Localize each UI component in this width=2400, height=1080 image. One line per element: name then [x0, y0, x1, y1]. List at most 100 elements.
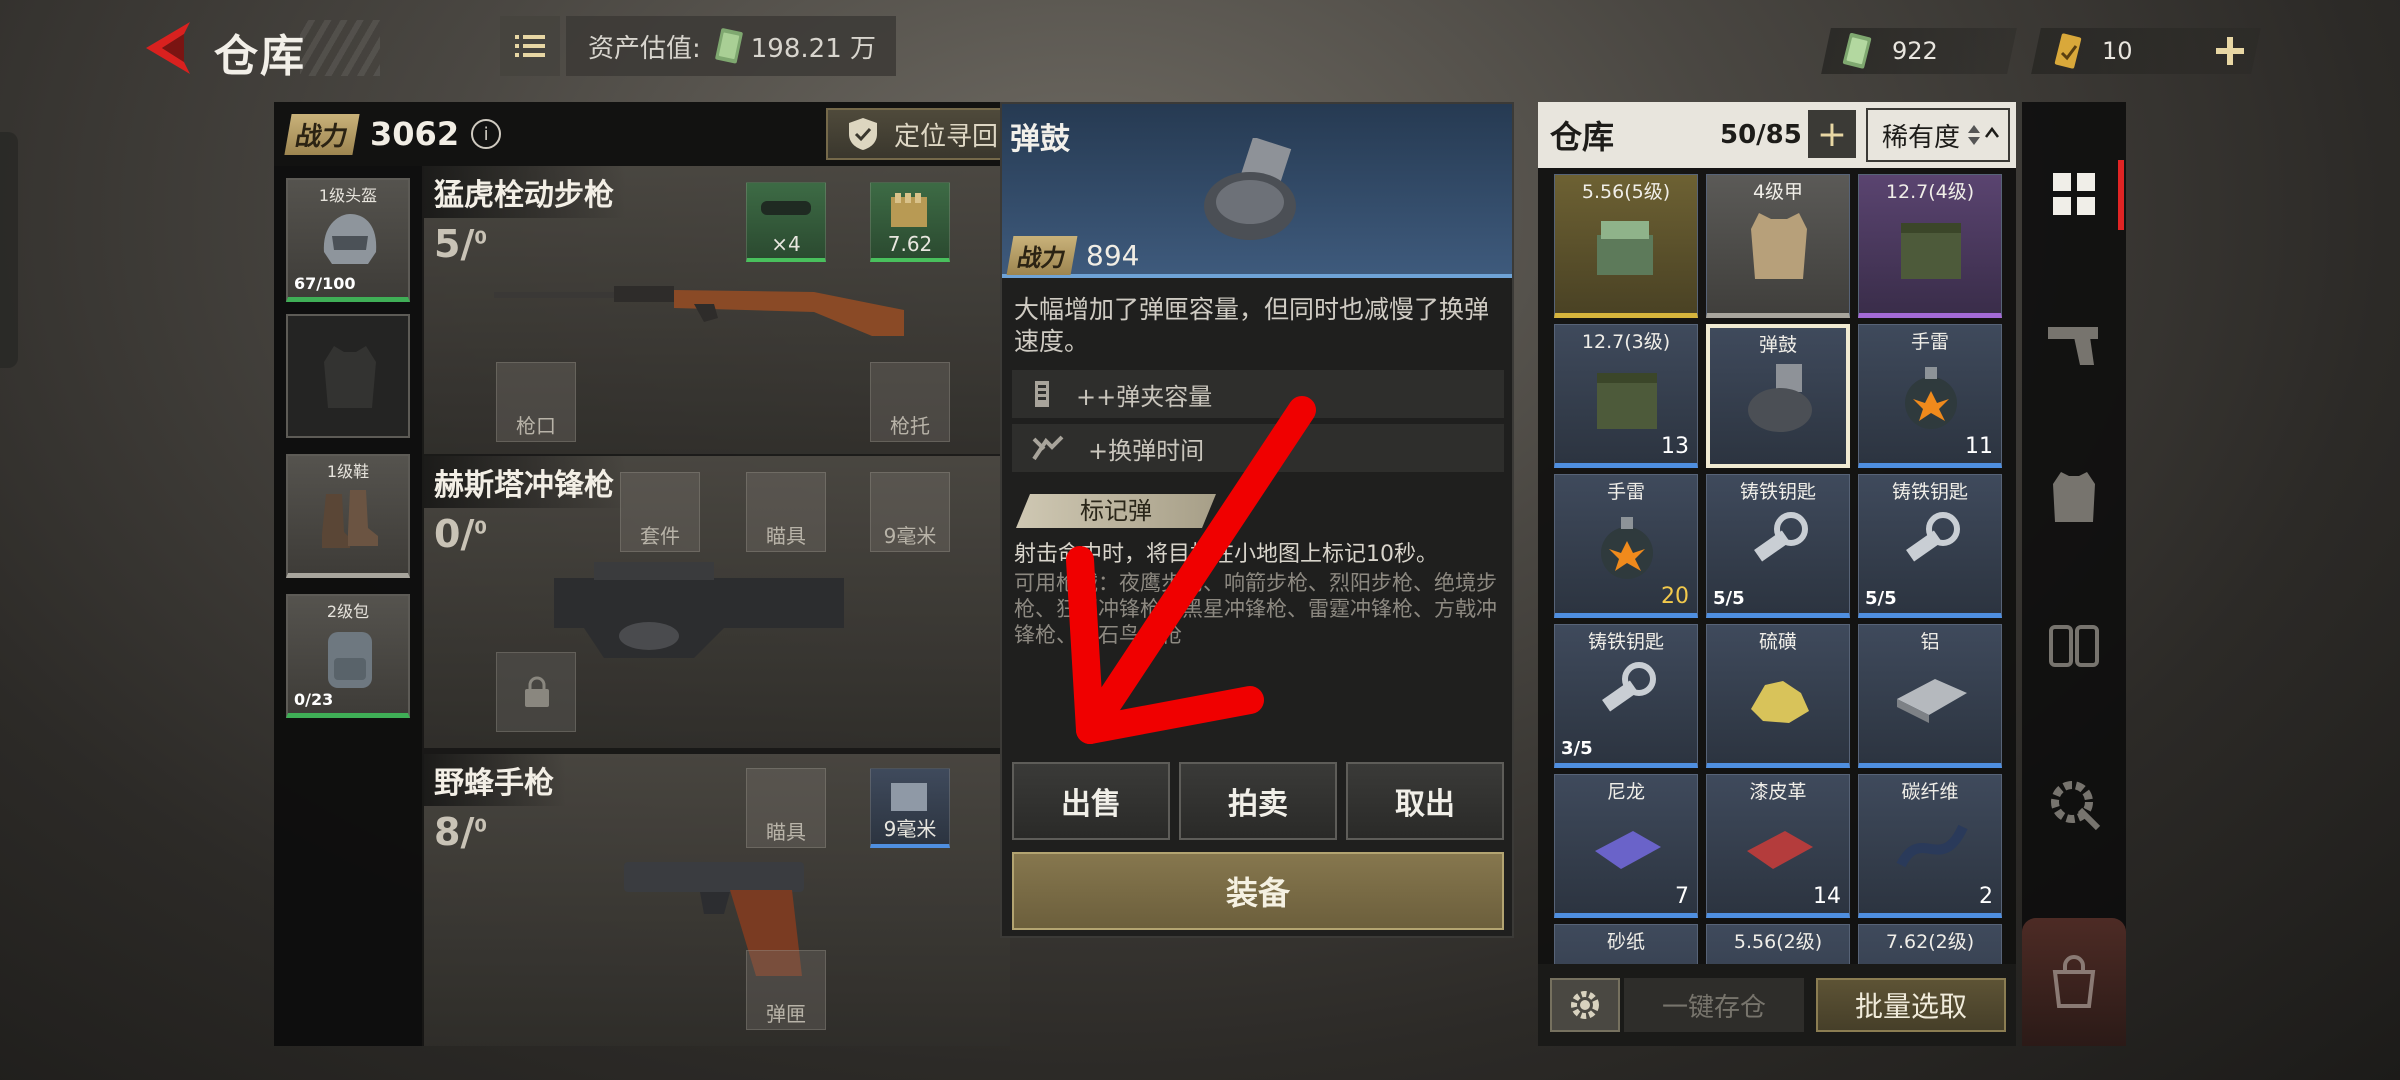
category-storage[interactable] [2040, 612, 2108, 680]
nylon-icon [1595, 831, 1661, 869]
vest-icon [2053, 472, 2095, 522]
armor-silhouette-icon [324, 346, 376, 408]
side-drawer-handle[interactable] [0, 132, 18, 368]
inventory-item[interactable]: 铸铁钥匙 5/5 [1706, 474, 1850, 618]
category-weapons[interactable] [2040, 310, 2108, 378]
sell-button[interactable]: 出售 [1012, 762, 1170, 840]
stock-slot[interactable]: 枪托 [870, 362, 950, 442]
inventory-item[interactable]: 硫磺 [1706, 624, 1850, 768]
inventory-item[interactable]: 5.56(5级) [1554, 174, 1698, 318]
inventory-item[interactable]: 12.7(4级) [1858, 174, 2002, 318]
drum-magazine-icon [1748, 364, 1812, 432]
asset-label: 资产估值: [588, 33, 701, 64]
menu-button[interactable] [500, 16, 560, 76]
sulfur-icon [1751, 681, 1809, 723]
store-all-button[interactable]: 一键存仓 [1624, 978, 1804, 1032]
category-parts[interactable] [2040, 770, 2108, 838]
storage-icon [2049, 625, 2099, 667]
locate-label: 定位寻回 [894, 121, 999, 152]
inventory-item[interactable]: 7.62(2级) [1858, 924, 2002, 964]
item-name: 7.62(2级) [1885, 931, 1975, 953]
inventory-item[interactable]: 碳纤维 2 [1858, 774, 2002, 918]
item-qty: 2 [1979, 884, 1993, 909]
sort-dropdown[interactable]: 稀有度 [1866, 108, 2010, 162]
smg-icon [554, 562, 844, 658]
item-name: 铸铁钥匙 [1739, 481, 1816, 503]
item-qty: 20 [1661, 584, 1689, 609]
armor-slot-empty[interactable] [286, 314, 410, 438]
key-icon [1602, 662, 1656, 712]
item-name: 5.56(5级) [1581, 181, 1671, 203]
item-qty: 14 [1813, 884, 1841, 909]
cash-icon [1842, 32, 1872, 69]
muzzle-slot[interactable]: 枪口 [496, 362, 576, 442]
category-armor[interactable] [2040, 462, 2108, 530]
inventory-item[interactable]: 漆皮革 14 [1706, 774, 1850, 918]
weapon-ammo: 0/0 [434, 512, 487, 556]
take-out-button[interactable]: 取出 [1346, 762, 1504, 840]
leather-icon [1747, 831, 1813, 869]
equip-button[interactable]: 装备 [1012, 852, 1504, 930]
shoes-slot[interactable]: 1级鞋 [286, 454, 410, 578]
item-name: 手雷 [1606, 481, 1645, 503]
expand-storage-button[interactable]: + [1808, 110, 1856, 158]
item-qty: 11 [1965, 434, 1993, 459]
menu-icon [515, 35, 545, 57]
scope-slot[interactable]: ×4 [746, 182, 826, 262]
slot-label: 套件 [640, 524, 680, 548]
inventory-header: 仓库 50/85 + 稀有度 [1538, 102, 2016, 168]
storage-settings-button[interactable] [1550, 978, 1620, 1032]
inventory-item[interactable]: 铝 [1858, 624, 2002, 768]
inventory-item[interactable]: 铸铁钥匙 3/5 [1554, 624, 1698, 768]
sort-label: 稀有度 [1882, 122, 1961, 153]
item-qty: 13 [1661, 434, 1689, 459]
slot-label: 枪托 [890, 414, 930, 438]
carbon-fiber-icon [1896, 824, 1968, 868]
power-label: 战力 [1006, 236, 1078, 275]
mag-slot[interactable]: 弹匣 [746, 950, 826, 1030]
helmet-durability: 67/100 [294, 274, 356, 293]
ammo-slot[interactable]: 9毫米 [870, 768, 950, 848]
weapon-row-smg[interactable]: 赫斯塔冲锋枪 0/0 套件 瞄具 9毫米 [424, 456, 1010, 748]
power-value: 3062 [370, 115, 460, 153]
weapon-row-rifle[interactable]: 猛虎栓动步枪 5/0 ×4 7.62 枪口 枪托 [424, 166, 1010, 454]
inventory-item[interactable]: 尼龙 7 [1554, 774, 1698, 918]
inventory-item-selected[interactable]: 弹鼓 [1706, 324, 1850, 468]
add-currency-button[interactable] [2206, 28, 2254, 74]
inventory-item[interactable]: 砂纸 [1554, 924, 1698, 964]
sight-slot[interactable]: 瞄具 [746, 472, 826, 552]
batch-select-button[interactable]: 批量选取 [1816, 978, 2006, 1032]
sight-slot[interactable]: 瞄具 [746, 768, 826, 848]
ammo-slot[interactable]: 7.62 [870, 182, 950, 262]
asset-valuation: 资产估值: 198.21 万 [566, 16, 896, 76]
ammo-slot[interactable]: 9毫米 [870, 472, 950, 552]
locate-retrieve-button[interactable]: 定位寻回 [826, 108, 1016, 160]
item-qty: 7 [1675, 884, 1689, 909]
item-name: 碳纤维 [1901, 781, 1959, 803]
backpack-slot[interactable]: 2级包 0/23 [286, 594, 410, 718]
boots-icon [322, 490, 378, 548]
gear-column: 1级头盔 67/100 1级鞋 2级包 0/23 [274, 166, 422, 1046]
scope-icon [761, 201, 811, 215]
back-arrow-icon[interactable] [138, 18, 198, 78]
category-all[interactable] [2040, 160, 2108, 228]
inventory-item[interactable]: 4级甲 [1706, 174, 1850, 318]
inventory-item[interactable]: 12.7(3级) 13 [1554, 324, 1698, 468]
inventory-item[interactable]: 手雷 11 [1858, 324, 2002, 468]
inventory-item[interactable]: 手雷 20 [1554, 474, 1698, 618]
weapon-row-pistol[interactable]: 野蜂手枪 8/0 瞄具 9毫米 弹匣 [424, 754, 1010, 1046]
shop-bag-button[interactable] [2022, 918, 2126, 1046]
cash-icon [715, 28, 743, 64]
auction-button[interactable]: 拍卖 [1179, 762, 1337, 840]
plus-icon [2216, 37, 2244, 65]
inventory-item[interactable]: 铸铁钥匙 5/5 [1858, 474, 2002, 618]
aluminum-icon [1897, 679, 1967, 723]
item-durability: 5/5 [1713, 588, 1745, 609]
backpack-capacity: 0/23 [294, 690, 334, 709]
helmet-slot[interactable]: 1级头盔 67/100 [286, 178, 410, 302]
kit-slot[interactable]: 套件 [620, 472, 700, 552]
weapon-name: 猛虎栓动步枪 [424, 166, 626, 218]
inventory-item[interactable]: 5.56(2级) [1706, 924, 1850, 964]
slot-label: 瞄具 [766, 524, 806, 548]
info-icon[interactable]: i [471, 119, 502, 149]
